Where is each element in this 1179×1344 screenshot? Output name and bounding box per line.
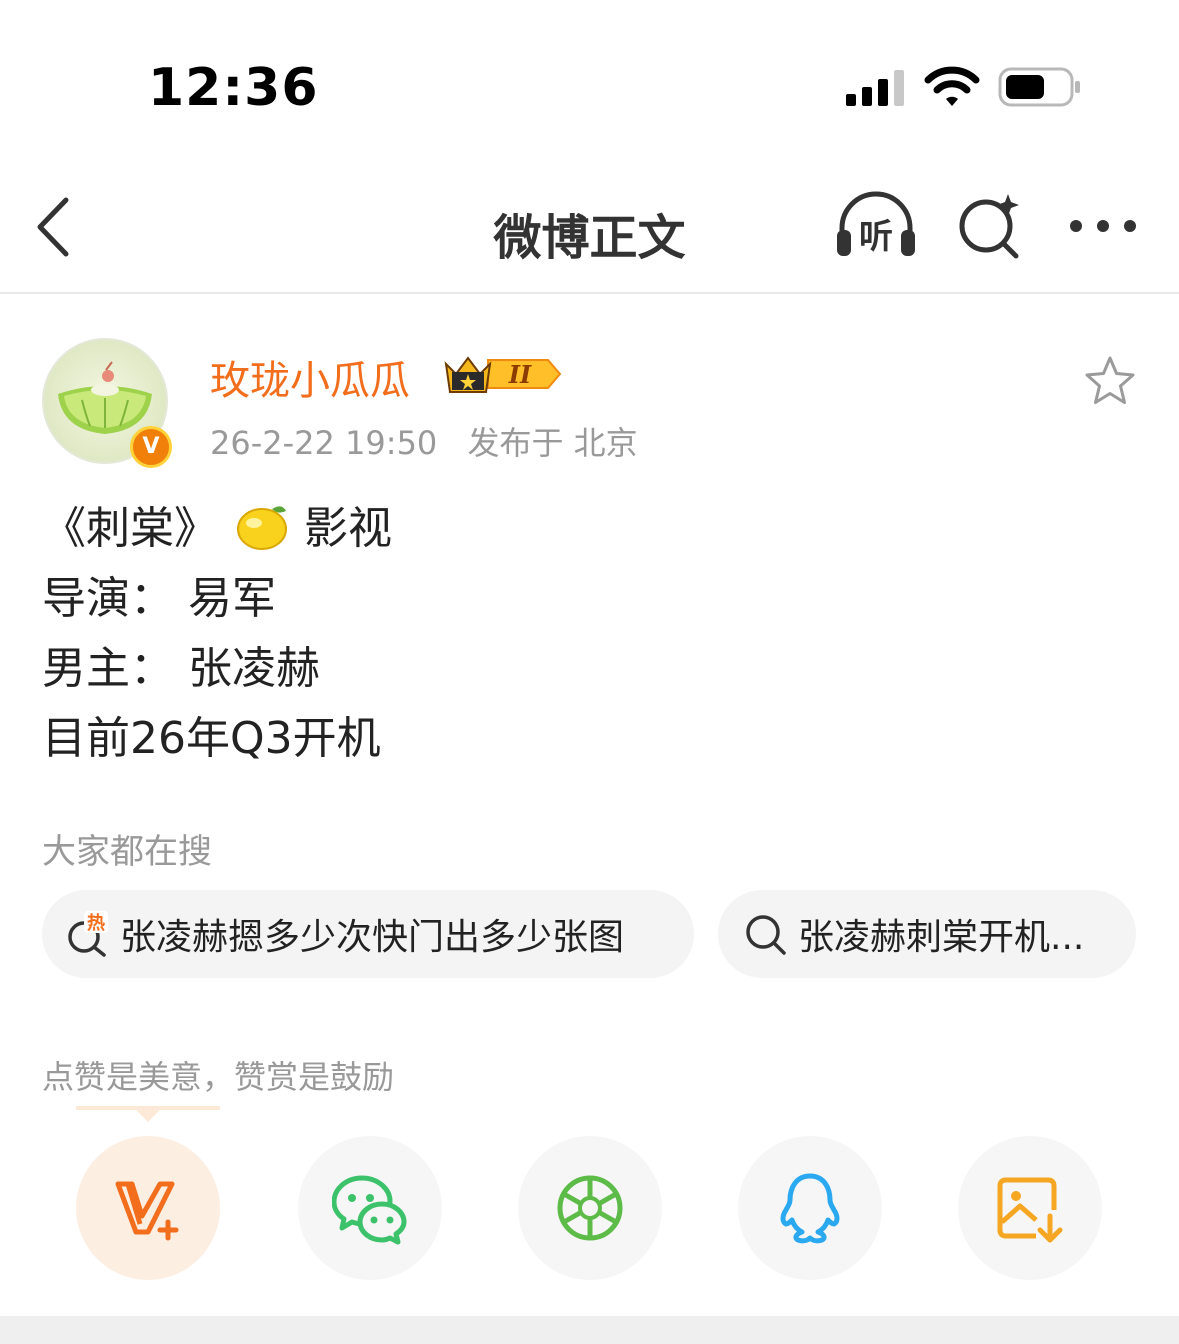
post-title-text: 《刺棠》: [42, 503, 218, 554]
qq-icon: [780, 1173, 840, 1244]
v-plus-icon: [115, 1181, 179, 1241]
author-name[interactable]: 玫珑小瓜瓜: [210, 348, 410, 406]
hot-search-icon: 热: [68, 911, 108, 957]
more-options-icon[interactable]: [1066, 210, 1140, 242]
vip-level: II: [508, 360, 532, 389]
trending-search-text: 张凌赫摁多少次快门出多少张图: [120, 917, 625, 958]
post-line-title: 《刺棠》 影视: [42, 500, 1142, 570]
lemon-emoji-icon: [237, 506, 287, 550]
reward-tooltip-arrow: [134, 1108, 162, 1122]
search-icon: [746, 915, 786, 955]
post-line-lead: 男主： 张凌赫: [42, 643, 320, 694]
post-body: 《刺棠》 影视 导演： 易军 男主： 张凌赫 目前26年Q3开机: [42, 500, 1142, 780]
trending-search-text: 张凌赫刺棠开机...: [798, 917, 1085, 958]
bottom-divider: [0, 1316, 1179, 1344]
v-plus-button[interactable]: [76, 1136, 220, 1280]
status-time: 12:36: [148, 58, 319, 118]
star-favorite-icon[interactable]: [1082, 354, 1138, 408]
moments-icon: [557, 1175, 623, 1241]
save-image-icon: [997, 1177, 1063, 1243]
hot-badge: 热: [87, 912, 105, 934]
verified-badge: V: [130, 426, 172, 468]
wechat-icon: [332, 1175, 407, 1245]
wifi-icon: [924, 66, 980, 106]
trending-search-label: 大家都在搜: [42, 832, 212, 872]
vip-crown-badge-icon[interactable]: II: [442, 350, 564, 398]
post-title-suffix: 影视: [304, 503, 392, 554]
post-line-director: 导演： 易军: [42, 573, 276, 624]
post-line-status: 目前26年Q3开机: [42, 713, 381, 764]
nav-bar: 微博正文 听: [0, 160, 1179, 294]
share-wechat-button[interactable]: [298, 1136, 442, 1280]
post-location: 发布于 北京: [467, 424, 638, 462]
reward-label: 点赞是美意，赞赏是鼓励: [42, 1058, 395, 1096]
share-moments-button[interactable]: [518, 1136, 662, 1280]
share-qq-button[interactable]: [738, 1136, 882, 1280]
cellular-signal-icon: [846, 70, 904, 106]
ai-search-icon[interactable]: [954, 190, 1026, 262]
post-date: 26-2-22 19:50: [210, 424, 438, 462]
trending-search-chip[interactable]: 张凌赫刺棠开机...: [718, 890, 1136, 978]
listen-headphones-icon[interactable]: 听: [834, 190, 918, 260]
battery-icon: [998, 67, 1080, 107]
save-image-button[interactable]: [958, 1136, 1102, 1280]
status-bar: 12:36: [0, 0, 1179, 160]
trending-search-chip[interactable]: 热 张凌赫摁多少次快门出多少张图: [42, 890, 694, 978]
post-meta: 26-2-22 19:50 发布于 北京: [210, 418, 638, 464]
listen-label: 听: [859, 217, 893, 257]
